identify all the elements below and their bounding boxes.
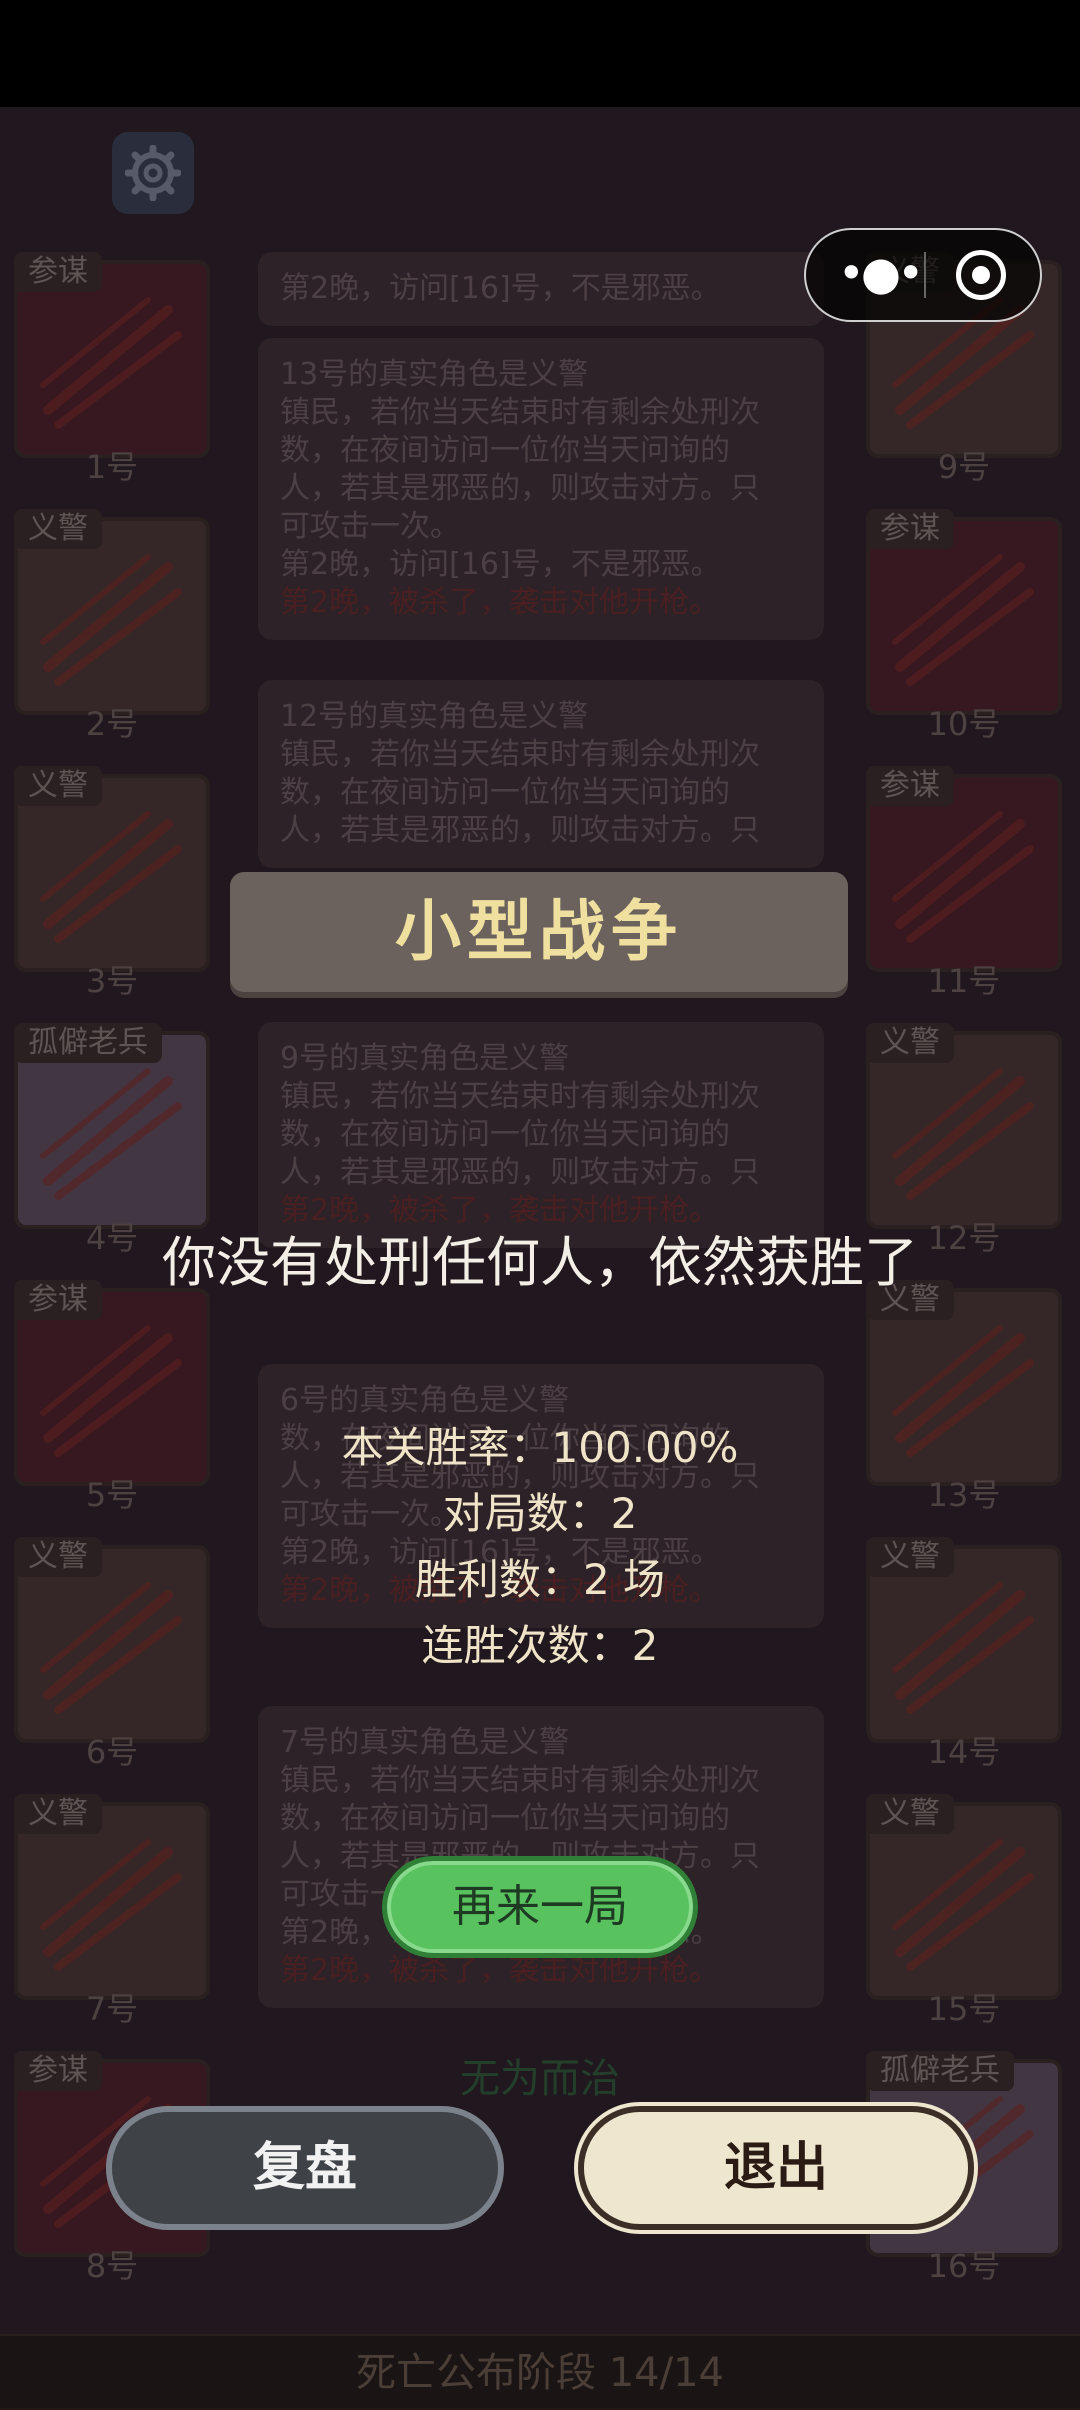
- win-rate-stat: 本关胜率：100.00%: [341, 1423, 739, 1472]
- play-again-button[interactable]: 再来一局: [382, 1856, 698, 1958]
- wins-stat: 胜利数：2 场: [414, 1555, 666, 1604]
- status-bar: [0, 0, 1080, 107]
- exit-button[interactable]: 退出: [578, 2106, 974, 2230]
- mini-program-capsule: •●•: [804, 228, 1042, 322]
- more-dots-icon[interactable]: •●•: [836, 230, 924, 320]
- streak-stat: 连胜次数：2: [421, 1621, 659, 1670]
- review-button[interactable]: 复盘: [106, 2106, 504, 2230]
- games-stat: 对局数：2: [442, 1489, 638, 1538]
- result-title: 小型战争: [230, 872, 848, 992]
- capsule-divider: [924, 252, 926, 298]
- result-headline: 你没有处刑任何人，依然获胜了: [162, 1231, 918, 1294]
- target-close-icon[interactable]: [956, 250, 1006, 300]
